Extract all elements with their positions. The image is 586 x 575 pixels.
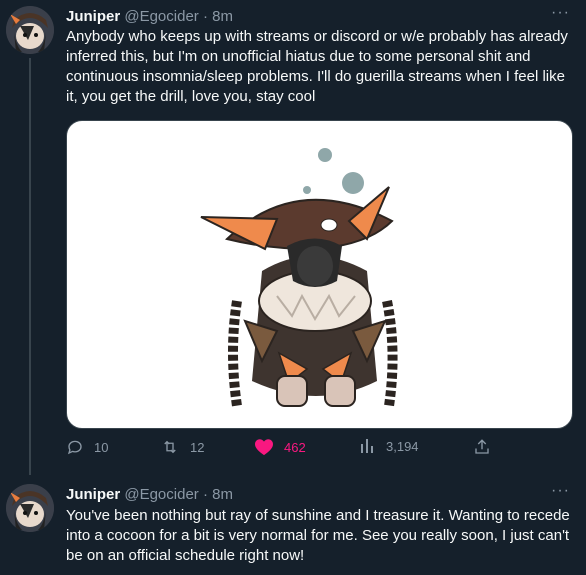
character-drawing-icon [200,148,398,407]
retweet-button[interactable]: 12 [160,438,204,456]
timestamp[interactable]: 8m [212,8,233,25]
avatar[interactable] [6,484,54,532]
like-count: 462 [284,439,306,455]
views-button[interactable]: 3,194 [360,438,419,454]
heart-icon [255,439,273,456]
timestamp[interactable]: 8m [212,486,233,503]
analytics-icon [361,439,373,453]
reply-icon [67,440,82,455]
author-name[interactable]: Juniper [66,486,120,503]
thread-line [29,58,31,475]
more-icon: ··· [551,4,570,21]
tweet-1[interactable]: Juniper @Egocider · 8m ··· Anybody who k… [0,0,586,475]
dot-separator: · [202,486,208,503]
tweet-text: Anybody who keeps up with streams or dis… [66,28,568,105]
retweet-icon [164,440,176,454]
tweet-image[interactable] [66,120,573,429]
retweet-count: 12 [190,439,205,455]
more-options-button[interactable]: ··· [551,482,570,500]
share-button[interactable] [473,438,491,456]
author-name[interactable]: Juniper [66,8,120,25]
share-icon [475,439,489,454]
tweet-header: Juniper @Egocider · 8m [66,485,233,505]
more-options-button[interactable]: ··· [551,4,570,22]
tweet-2[interactable]: Juniper @Egocider · 8m ··· You've been n… [0,480,586,575]
author-handle[interactable]: @Egocider [124,486,198,503]
dot-separator: · [202,8,208,25]
tweet-text: You've been nothing but ray of sunshine … [66,507,570,564]
reply-button[interactable]: 10 [66,438,108,456]
more-icon: ··· [551,482,570,499]
tweet-actions: 10 12 462 3,194 [66,438,571,462]
author-handle[interactable]: @Egocider [124,8,198,25]
avatar[interactable] [6,6,54,54]
tweet-header: Juniper @Egocider · 8m [66,7,233,27]
view-count: 3,194 [386,438,419,454]
reply-count: 10 [94,439,109,455]
like-button[interactable]: 462 [254,438,306,456]
